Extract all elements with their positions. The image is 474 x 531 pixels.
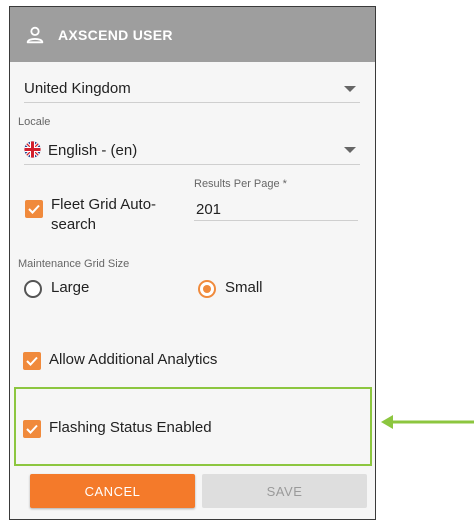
radio-small[interactable] xyxy=(198,280,216,298)
pointer-arrow-icon xyxy=(381,415,474,429)
country-value: United Kingdom xyxy=(24,80,131,97)
dialog-title: AXSCEND USER xyxy=(58,26,173,43)
dropdown-caret-icon xyxy=(344,147,356,153)
fleet-grid-checkbox[interactable] xyxy=(25,200,43,218)
save-button[interactable]: SAVE xyxy=(202,474,367,508)
locale-value: English - (en) xyxy=(48,142,138,159)
required-marker: * xyxy=(282,178,287,190)
flashing-status-label: Flashing Status Enabled xyxy=(49,419,212,436)
checkmark-icon xyxy=(28,204,40,214)
country-select[interactable]: United Kingdom xyxy=(24,69,360,103)
fleet-grid-label: Fleet Grid Auto-search xyxy=(51,196,157,233)
results-per-page-label: Results Per Page * xyxy=(194,178,287,190)
radio-large[interactable] xyxy=(24,280,42,298)
dialog-header: AXSCEND USER xyxy=(10,7,375,62)
cancel-button[interactable]: CANCEL xyxy=(30,474,195,508)
results-per-page-input[interactable]: 201 xyxy=(194,197,358,221)
flashing-status-checkbox[interactable] xyxy=(23,420,41,438)
uk-flag-icon xyxy=(24,141,41,158)
checkmark-icon xyxy=(26,424,38,434)
dropdown-caret-icon xyxy=(344,86,356,92)
person-icon xyxy=(26,26,44,43)
maintenance-grid-size-label: Maintenance Grid Size xyxy=(18,258,130,270)
results-per-page-value: 201 xyxy=(196,201,222,218)
radio-large-label: Large xyxy=(51,279,90,296)
locale-select[interactable]: English - (en) xyxy=(24,135,360,165)
analytics-checkbox[interactable] xyxy=(23,352,41,370)
radio-small-label: Small xyxy=(225,279,263,296)
checkmark-icon xyxy=(26,356,38,366)
user-settings-dialog: AXSCEND USER United Kingdom Locale Engli… xyxy=(9,6,376,520)
analytics-label: Allow Additional Analytics xyxy=(49,351,218,368)
locale-label: Locale xyxy=(18,116,51,128)
